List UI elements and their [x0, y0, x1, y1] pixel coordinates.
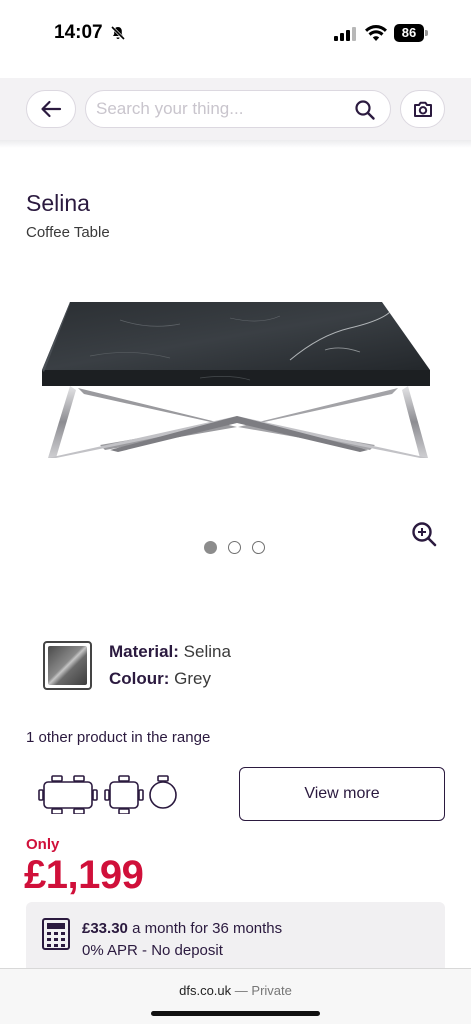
url-display[interactable]: dfs.co.uk — Private [0, 983, 471, 998]
finance-detail: 0% APR - No deposit [82, 942, 223, 959]
view-more-button[interactable]: View more [239, 767, 445, 821]
battery-tip [425, 30, 428, 36]
material-value: Selina [183, 642, 231, 661]
zoom-in-icon[interactable] [410, 520, 438, 553]
material-spec: Material: Selina [109, 642, 231, 662]
search-icon[interactable] [354, 99, 376, 126]
cellular-signal-icon [334, 27, 356, 46]
url-domain: dfs.co.uk [179, 983, 232, 998]
wifi-icon [365, 24, 387, 47]
only-label: Only [26, 836, 60, 853]
status-bar: 14:07 86 [0, 0, 471, 70]
search-box[interactable] [85, 90, 391, 128]
colour-label: Colour: [109, 669, 170, 688]
home-indicator[interactable] [151, 1011, 320, 1016]
bell-slash-icon [110, 25, 126, 46]
carousel-dots [204, 541, 265, 554]
search-input[interactable] [96, 91, 346, 127]
status-time: 14:07 [54, 22, 103, 43]
material-label: Material: [109, 642, 179, 661]
colour-swatch[interactable] [43, 641, 92, 690]
rectangular-table-icon [38, 775, 98, 815]
private-mode-label: Private [251, 983, 292, 998]
calculator-icon [42, 918, 70, 955]
url-separator: — [234, 983, 248, 998]
finance-monthly: £33.30 a month for 36 months [82, 920, 282, 937]
carousel-dot-2[interactable] [228, 541, 241, 554]
back-button[interactable] [26, 90, 76, 128]
finance-term: a month for 36 months [132, 920, 283, 937]
round-table-icon [149, 775, 177, 809]
range-text: 1 other product in the range [26, 729, 211, 746]
carousel-dot-3[interactable] [252, 541, 265, 554]
battery-icon: 86 [394, 24, 424, 42]
square-table-icon [104, 775, 144, 815]
camera-icon [413, 101, 432, 117]
colour-value: Grey [174, 669, 212, 688]
colour-spec: Colour: Grey [109, 669, 211, 689]
range-icons [38, 774, 188, 819]
finance-amount: £33.30 [82, 920, 128, 937]
carousel-dot-1[interactable] [204, 541, 217, 554]
browser-address-bar[interactable]: dfs.co.uk — Private [0, 968, 471, 1024]
camera-search-button[interactable] [400, 90, 445, 128]
product-image[interactable] [30, 290, 445, 515]
search-header [0, 78, 471, 140]
back-arrow-icon [41, 100, 62, 118]
price: £1,199 [24, 853, 144, 897]
header-shadow [0, 140, 471, 148]
swatch-image [48, 646, 87, 685]
product-subtitle: Coffee Table [26, 224, 110, 241]
product-title: Selina [26, 190, 90, 216]
